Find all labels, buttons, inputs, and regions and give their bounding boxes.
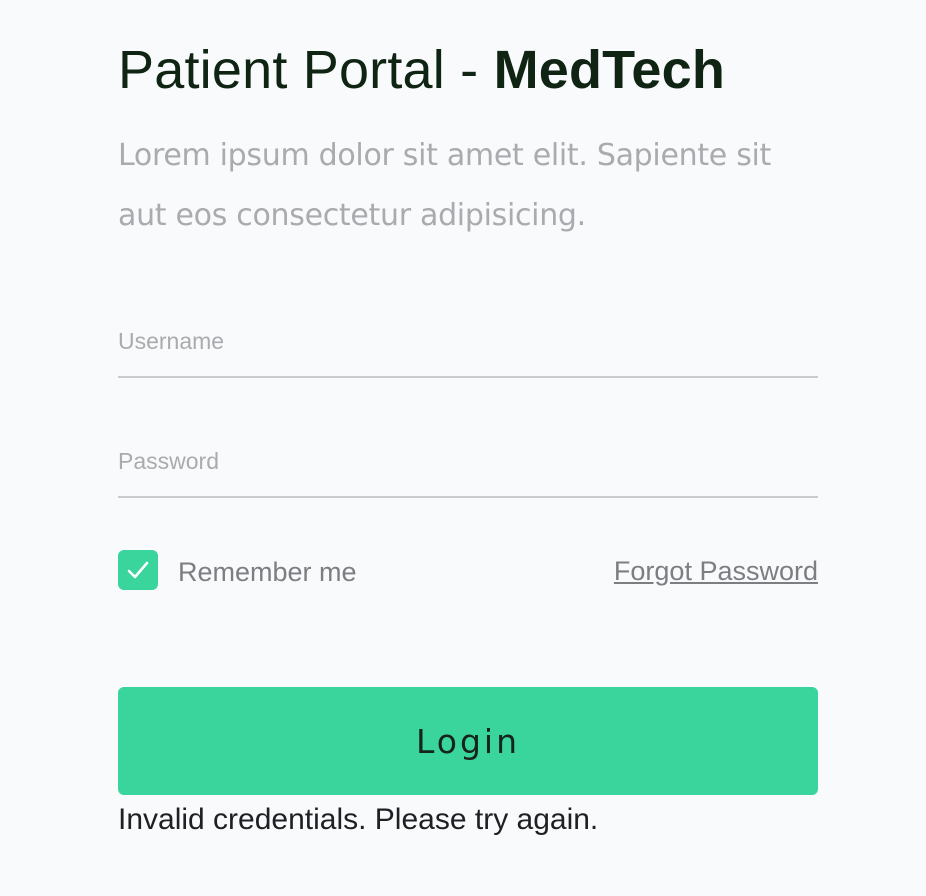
forgot-password-link[interactable]: Forgot Password xyxy=(614,555,818,587)
username-input[interactable] xyxy=(118,316,818,366)
remember-me-label[interactable]: Remember me xyxy=(178,556,357,588)
title-prefix: Patient Portal - xyxy=(118,40,494,100)
form-options-row: Remember me Forgot Password xyxy=(118,550,818,592)
login-button[interactable]: Login xyxy=(118,687,818,795)
username-field xyxy=(118,316,818,378)
error-message: Invalid credentials. Please try again. xyxy=(118,803,599,836)
login-panel: Patient Portal - MedTech Lorem ipsum dol… xyxy=(118,36,818,836)
brand-name: MedTech xyxy=(493,40,726,100)
check-icon xyxy=(127,561,149,579)
password-input[interactable] xyxy=(118,436,818,486)
page-title: Patient Portal - MedTech xyxy=(118,36,818,104)
password-field xyxy=(118,436,818,498)
page-subtitle: Lorem ipsum dolor sit amet elit. Sapient… xyxy=(118,138,772,233)
remember-me-checkbox[interactable] xyxy=(118,550,158,590)
